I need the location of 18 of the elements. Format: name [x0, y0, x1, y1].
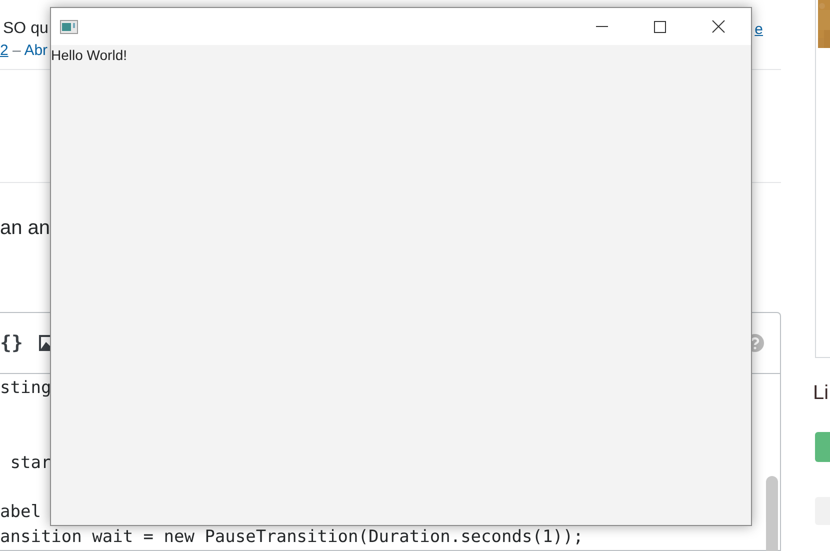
question-text: SO qu [3, 20, 48, 38]
comment-author-link[interactable]: Abr [24, 42, 48, 59]
answer-text: an an [0, 217, 50, 240]
minimize-icon [596, 26, 608, 27]
app-icon [60, 20, 78, 34]
scrollbar-thumb[interactable] [766, 476, 778, 551]
code-line: ansition wait = new PauseTransition(Duration.seconds(1)); [0, 526, 584, 550]
code-line: sting [0, 377, 52, 400]
code-block-button[interactable]: {} [0, 332, 23, 354]
code-line: star [9, 452, 52, 475]
close-icon [712, 20, 724, 33]
hello-label: Hello World! [51, 46, 127, 63]
comment-link[interactable]: 2 [0, 42, 8, 59]
maximize-icon [654, 20, 666, 32]
sidebar-button[interactable] [815, 432, 830, 462]
sidebar-heading: Li [813, 382, 829, 406]
edit-link[interactable]: e [754, 20, 763, 38]
code-line: abel [0, 501, 42, 524]
